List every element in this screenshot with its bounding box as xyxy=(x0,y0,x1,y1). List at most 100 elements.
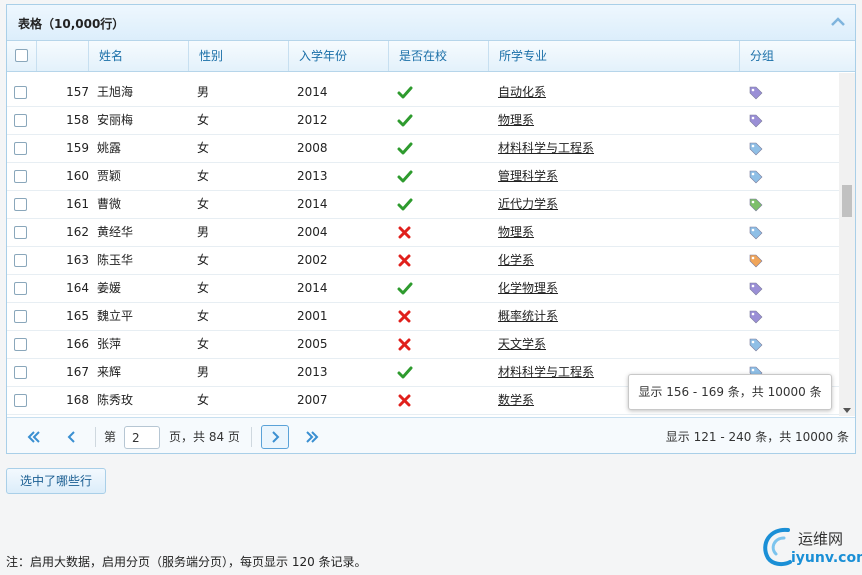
row-index: 165 xyxy=(66,309,89,323)
tag-icon[interactable] xyxy=(748,309,764,325)
scroll-down-arrow-icon[interactable] xyxy=(843,408,851,413)
cell-name: 陈秀玫 xyxy=(97,393,134,407)
tag-icon[interactable] xyxy=(748,85,764,101)
panel-header: 表格（10,000行） xyxy=(7,5,855,41)
row-checkbox[interactable] xyxy=(14,310,27,323)
check-icon xyxy=(397,142,413,155)
cell-major-link[interactable]: 管理科学系 xyxy=(498,163,558,190)
row-checkbox[interactable] xyxy=(14,198,27,211)
row-checkbox[interactable] xyxy=(14,226,27,239)
table-row[interactable]: 166 张萍 女 2005 天文学系 xyxy=(7,331,839,359)
cell-gender: 女 xyxy=(197,393,210,407)
cell-major-link[interactable]: 天文学系 xyxy=(498,331,546,358)
cell-major-link[interactable]: 化学物理系 xyxy=(498,275,558,302)
column-header-group[interactable]: 分组 xyxy=(740,41,855,71)
column-header-gender[interactable]: 性别 xyxy=(189,41,289,71)
row-index: 168 xyxy=(66,393,89,407)
cell-major-link[interactable]: 物理系 xyxy=(498,219,534,246)
table-row[interactable]: 159 姚露 女 2008 材料科学与工程系 xyxy=(7,135,839,163)
cell-major-link[interactable]: 自动化系 xyxy=(498,79,546,106)
row-checkbox[interactable] xyxy=(14,170,27,183)
row-checkbox[interactable] xyxy=(14,254,27,267)
tag-icon[interactable] xyxy=(748,197,764,213)
tag-icon[interactable] xyxy=(748,253,764,269)
double-chevron-left-icon xyxy=(27,431,40,443)
select-all-checkbox[interactable] xyxy=(15,49,28,62)
cell-name: 张萍 xyxy=(97,337,122,351)
scrollbar-thumb[interactable] xyxy=(842,185,852,217)
cell-year: 2014 xyxy=(297,197,328,211)
table-row[interactable]: 165 魏立平 女 2001 概率统计系 xyxy=(7,303,839,331)
column-header-major[interactable]: 所学专业 xyxy=(489,41,740,71)
chevron-up-icon[interactable] xyxy=(831,17,845,27)
cell-gender: 女 xyxy=(197,253,210,267)
cross-icon xyxy=(398,310,411,323)
row-index: 164 xyxy=(66,281,89,295)
tag-icon[interactable] xyxy=(748,337,764,353)
first-page-button[interactable] xyxy=(21,425,47,449)
tag-icon[interactable] xyxy=(748,281,764,297)
cell-name: 曹微 xyxy=(97,197,122,211)
selected-rows-button[interactable]: 选中了哪些行 xyxy=(6,468,106,494)
table-row[interactable]: 157 王旭海 男 2014 自动化系 xyxy=(7,79,839,107)
cell-year: 2001 xyxy=(297,309,328,323)
grid-header: 姓名 性别 入学年份 是否在校 所学专业 分组 xyxy=(7,41,855,72)
page-number-input[interactable] xyxy=(124,426,160,449)
cell-major-link[interactable]: 材料科学与工程系 xyxy=(498,135,594,162)
page-total-label: 页，共 84 页 xyxy=(169,430,240,444)
cell-major-link[interactable]: 化学系 xyxy=(498,247,534,274)
row-index: 160 xyxy=(66,169,89,183)
cell-major-link[interactable]: 概率统计系 xyxy=(498,303,558,330)
row-checkbox[interactable] xyxy=(14,394,27,407)
cell-name: 陈玉华 xyxy=(97,253,134,267)
watermark-logo: 运维网 iyunv.com xyxy=(758,522,862,570)
table-row[interactable]: 158 安丽梅 女 2012 物理系 xyxy=(7,107,839,135)
last-page-button[interactable] xyxy=(299,425,325,449)
cross-icon xyxy=(398,226,411,239)
row-checkbox[interactable] xyxy=(14,114,27,127)
cell-major-link[interactable]: 材料科学与工程系 xyxy=(498,359,594,386)
column-header-year[interactable]: 入学年份 xyxy=(289,41,389,71)
tag-icon[interactable] xyxy=(748,113,764,129)
table-row[interactable]: 164 姜媛 女 2014 化学物理系 xyxy=(7,275,839,303)
column-header-name[interactable]: 姓名 xyxy=(89,41,189,71)
cell-major-link[interactable]: 物理系 xyxy=(498,107,534,134)
scroll-tooltip: 显示 156 - 169 条，共 10000 条 xyxy=(628,374,832,410)
cross-icon xyxy=(398,254,411,267)
table-row[interactable]: 160 贾颖 女 2013 管理科学系 xyxy=(7,163,839,191)
row-checkbox[interactable] xyxy=(14,142,27,155)
cell-year: 2014 xyxy=(297,85,328,99)
column-header-index[interactable] xyxy=(37,41,89,71)
column-header-enrolled[interactable]: 是否在校 xyxy=(389,41,489,71)
cell-major-link[interactable]: 数学系 xyxy=(498,387,534,414)
row-checkbox[interactable] xyxy=(14,282,27,295)
pager-summary: 显示 121 - 240 条，共 10000 条 xyxy=(665,430,849,444)
row-checkbox[interactable] xyxy=(14,86,27,99)
cell-major-link[interactable]: 近代力学系 xyxy=(498,191,558,218)
row-index: 163 xyxy=(66,253,89,267)
row-checkbox[interactable] xyxy=(14,366,27,379)
tag-icon[interactable] xyxy=(748,225,764,241)
cell-year: 2014 xyxy=(297,281,328,295)
vertical-scrollbar[interactable] xyxy=(839,73,855,416)
prev-page-button[interactable] xyxy=(59,425,85,449)
page-prefix-label: 第 xyxy=(104,430,117,444)
check-icon xyxy=(397,198,413,211)
next-page-button[interactable] xyxy=(261,425,289,449)
cell-gender: 女 xyxy=(197,113,210,127)
table-row[interactable]: 162 黄经华 男 2004 物理系 xyxy=(7,219,839,247)
check-icon xyxy=(397,86,413,99)
cell-name: 黄经华 xyxy=(97,225,134,239)
watermark-top-text: 运维网 xyxy=(798,530,844,548)
cell-name: 来辉 xyxy=(97,365,122,379)
tag-icon[interactable] xyxy=(748,141,764,157)
footer-note: 注：启用大数据，启用分页（服务端分页），每页显示 120 条记录。 xyxy=(6,555,367,569)
tag-icon[interactable] xyxy=(748,169,764,185)
cell-name: 魏立平 xyxy=(97,309,134,323)
row-checkbox[interactable] xyxy=(14,338,27,351)
panel-title: 表格（10,000行） xyxy=(18,17,125,31)
table-row[interactable]: 163 陈玉华 女 2002 化学系 xyxy=(7,247,839,275)
table-row[interactable]: 161 曹微 女 2014 近代力学系 xyxy=(7,191,839,219)
cell-year: 2004 xyxy=(297,225,328,239)
cell-name: 姚露 xyxy=(97,141,122,155)
